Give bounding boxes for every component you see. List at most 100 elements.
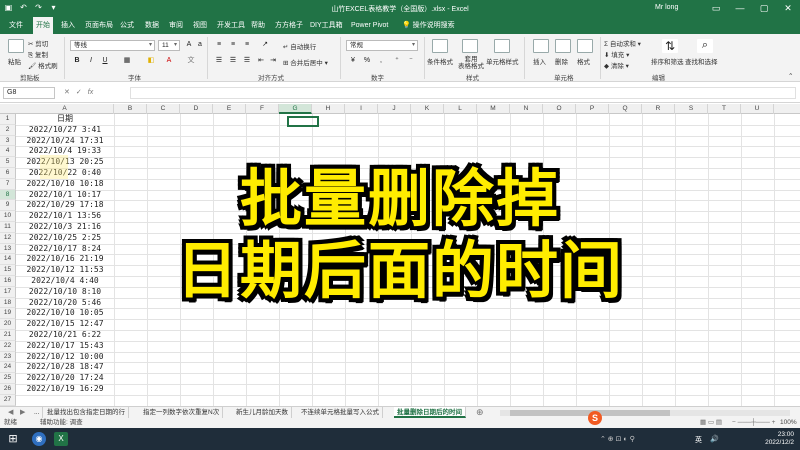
column-header[interactable]: B xyxy=(114,104,147,114)
sort-filter-icon[interactable]: ⇅ xyxy=(662,39,678,53)
tab-insert[interactable]: 插入 xyxy=(58,17,78,34)
date-cell[interactable]: 2022/10/12 10:00 xyxy=(17,352,113,363)
next-sheet-icon[interactable]: ▶ xyxy=(20,407,25,418)
font-color-icon[interactable]: A xyxy=(164,56,174,66)
volume-icon[interactable]: 🔊 xyxy=(710,435,719,443)
tab-page-layout[interactable]: 页面布局 xyxy=(82,17,116,34)
align-left-icon[interactable]: ☰ xyxy=(214,56,224,66)
row-header[interactable]: 20 xyxy=(0,319,16,330)
tab-diy[interactable]: DIY工具箱 xyxy=(307,17,346,34)
column-header[interactable]: L xyxy=(444,104,477,114)
tray-icons[interactable]: ⌃ ⊕ ⊡ ◐ ⚲ xyxy=(600,435,635,443)
row-header[interactable]: 1 xyxy=(0,114,16,125)
italic-button[interactable]: I xyxy=(86,56,96,66)
align-center-icon[interactable]: ☰ xyxy=(228,56,238,66)
column-header[interactable]: T xyxy=(708,104,741,114)
wrap-text-button[interactable]: ↵ 自动换行 xyxy=(283,41,316,51)
zoom-slider[interactable]: − ───┼─── + xyxy=(732,418,775,428)
column-header[interactable]: E xyxy=(213,104,246,114)
row-header[interactable]: 19 xyxy=(0,308,16,320)
sort-filter-button[interactable]: 排序和筛选 xyxy=(651,56,684,66)
indent-decrease-icon[interactable]: ⇤ xyxy=(256,56,266,66)
date-cell[interactable]: 2022/10/17 15:43 xyxy=(17,341,113,352)
column-header[interactable]: A xyxy=(16,104,114,114)
row-header[interactable]: 24 xyxy=(0,362,16,374)
percent-icon[interactable]: % xyxy=(362,56,372,66)
date-cell[interactable]: 2022/10/21 6:22 xyxy=(17,330,113,341)
enter-icon[interactable]: ✓ xyxy=(76,89,88,96)
formula-input[interactable] xyxy=(130,87,796,99)
number-format-select[interactable]: 常规 xyxy=(346,40,418,51)
sheet-tab-2[interactable]: 指定一列数字依次重复N次 xyxy=(140,407,224,418)
tell-me-search[interactable]: 💡 操作说明搜索 xyxy=(402,17,455,34)
orientation-icon[interactable]: ↗ xyxy=(260,40,270,50)
name-box[interactable]: G8 xyxy=(3,87,55,99)
column-header[interactable]: R xyxy=(642,104,675,114)
indent-increase-icon[interactable]: ⇥ xyxy=(268,56,278,66)
user-name[interactable]: Mr long xyxy=(655,4,678,11)
date-cell[interactable]: 2022/10/19 16:29 xyxy=(17,384,113,395)
row-header[interactable]: 3 xyxy=(0,135,16,147)
minimize-icon[interactable]: — xyxy=(728,0,752,17)
column-header[interactable]: K xyxy=(411,104,444,114)
taskbar-clock[interactable]: 23:00 2022/12/2 xyxy=(765,431,794,447)
sheet-tab-1[interactable]: 批量找出包含指定日期的行 xyxy=(44,407,129,418)
align-top-icon[interactable]: ≡ xyxy=(214,40,224,50)
paste-icon[interactable] xyxy=(8,39,24,53)
fill-button[interactable]: ⬇ 填充 ▾ xyxy=(604,49,629,59)
date-cell[interactable]: 2022/10/10 10:05 xyxy=(17,308,113,319)
grow-font-icon[interactable]: A xyxy=(184,40,194,50)
column-header[interactable]: C xyxy=(147,104,180,114)
row-header[interactable]: 2 xyxy=(0,124,16,136)
column-header[interactable]: H xyxy=(312,104,345,114)
delete-cells-button[interactable]: 删除 xyxy=(555,56,568,66)
tab-data[interactable]: 数据 xyxy=(142,17,162,34)
align-middle-icon[interactable]: ≡ xyxy=(228,40,238,50)
row-header[interactable]: 26 xyxy=(0,384,16,395)
merge-center-button[interactable]: ⊞ 合并后居中 ▾ xyxy=(283,57,328,67)
date-cell[interactable]: 2022/10/28 18:47 xyxy=(17,362,113,373)
excel-taskbar-icon[interactable]: X xyxy=(54,432,68,446)
prev-sheet-icon[interactable]: ◀ xyxy=(8,407,13,418)
collapse-ribbon-icon[interactable]: ⌃ xyxy=(788,72,793,80)
insert-cells-button[interactable]: 插入 xyxy=(533,56,546,66)
format-painter-button[interactable]: 🖌 格式刷 xyxy=(28,60,58,70)
status-accessibility[interactable]: 辅助功能: 调查 xyxy=(40,418,83,428)
tab-help[interactable]: 帮助 xyxy=(248,17,268,34)
format-cells-button[interactable]: 格式 xyxy=(577,56,590,66)
shrink-font-icon[interactable]: a xyxy=(195,40,205,50)
phonetic-icon[interactable]: 文 xyxy=(186,56,196,66)
border-icon[interactable]: ▦ xyxy=(122,56,132,66)
column-header[interactable]: Q xyxy=(609,104,642,114)
sheet-tab-3[interactable]: 新生儿月龄加天数 xyxy=(233,407,292,418)
column-header[interactable]: D xyxy=(180,104,213,114)
font-size-select[interactable]: 11 xyxy=(158,40,180,51)
chrome-icon[interactable]: ◉ xyxy=(32,432,46,446)
align-bottom-icon[interactable]: ≡ xyxy=(242,40,252,50)
column-header[interactable]: I xyxy=(345,104,378,114)
copy-button[interactable]: ⎘ 复制 xyxy=(28,49,48,60)
date-cell[interactable]: 2022/10/27 3:41 xyxy=(17,125,113,136)
cell-styles-button[interactable]: 单元格样式 xyxy=(486,56,519,66)
delete-cells-icon[interactable] xyxy=(555,39,571,53)
column-header[interactable]: N xyxy=(510,104,543,114)
row-header[interactable]: 25 xyxy=(0,373,16,384)
cancel-icon[interactable]: ✕ xyxy=(64,89,76,96)
tab-developer[interactable]: 开发工具 xyxy=(214,17,248,34)
currency-icon[interactable]: ¥ xyxy=(348,56,358,66)
ime-logo-icon[interactable]: S xyxy=(588,411,602,425)
row-header[interactable]: 27 xyxy=(0,394,16,406)
clear-button[interactable]: ◆ 清除 ▾ xyxy=(604,60,629,70)
date-cell[interactable]: 2022/10/15 12:47 xyxy=(17,319,113,330)
underline-button[interactable]: U xyxy=(100,56,110,66)
font-name-select[interactable]: 等线 xyxy=(70,40,155,51)
sheet-tab-4[interactable]: 不连续单元格批量写入公式 xyxy=(298,407,383,418)
column-header[interactable]: F xyxy=(246,104,279,114)
column-a-header-cell[interactable]: 日期 xyxy=(17,114,113,125)
column-header[interactable]: S xyxy=(675,104,708,114)
date-cell[interactable]: 2022/10/20 17:24 xyxy=(17,373,113,384)
column-header[interactable]: G xyxy=(279,104,312,114)
row-header[interactable]: 21 xyxy=(0,330,16,341)
tab-file[interactable]: 文件 xyxy=(6,17,26,34)
sheet-tab-more[interactable]: ... xyxy=(31,407,44,418)
